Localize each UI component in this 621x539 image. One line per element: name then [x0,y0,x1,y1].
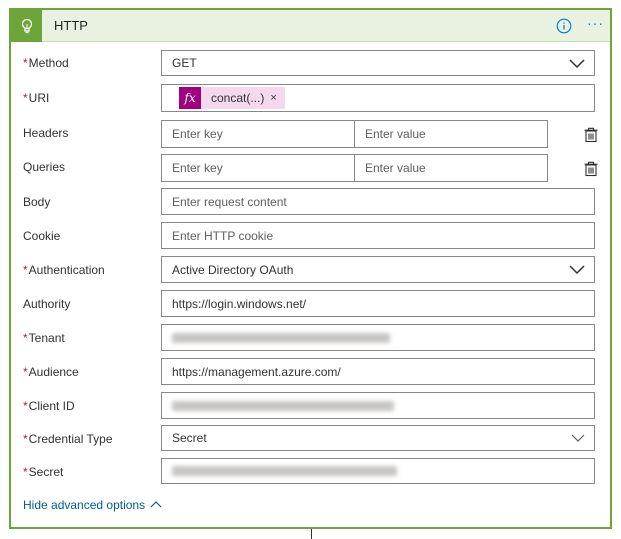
method-value: GET [172,56,197,70]
redacted-value [172,332,390,343]
credential-type-dropdown[interactable]: Secret [161,425,595,451]
required-marker: * [23,56,28,70]
function-icon: fx [179,87,201,109]
required-marker: * [23,331,28,345]
uri-label: *URI [23,91,49,105]
queries-input-group: Enter key Enter value [161,154,548,182]
method-label-text: Method [28,56,69,70]
client-id-input[interactable] [161,392,595,419]
info-icon[interactable] [556,18,572,34]
method-label: *Method [23,56,69,70]
redacted-value [172,466,397,476]
chevron-down-icon [571,434,585,442]
cookie-label: Cookie [23,229,61,243]
authority-input[interactable]: https://login.windows.net/ [161,290,595,317]
chevron-up-icon [150,501,162,508]
authentication-label-text: Authentication [28,263,105,277]
authority-label: Authority [23,297,71,311]
client-id-label-text: Client ID [28,399,75,413]
token-remove-button[interactable]: × [270,92,284,104]
headers-key-input[interactable]: Enter key [162,121,355,147]
tenant-label: *Tenant [23,331,65,345]
body-label: Body [23,195,51,209]
required-marker: * [23,365,28,379]
tenant-input[interactable] [161,324,595,351]
chevron-down-icon [569,59,585,69]
audience-label-text: Audience [28,365,79,379]
audience-value: https://management.azure.com/ [172,364,341,379]
tenant-label-text: Tenant [28,331,65,345]
headers-input-group: Enter key Enter value [161,120,548,148]
uri-label-text: URI [28,91,50,105]
trash-icon[interactable] [583,127,599,143]
queries-key-input[interactable]: Enter key [162,155,355,181]
trash-icon[interactable] [583,161,599,177]
bulb-icon [11,10,42,42]
required-marker: * [23,432,28,446]
queries-value-input[interactable]: Enter value [355,155,547,181]
secret-label: *Secret [23,465,63,479]
headers-value-input[interactable]: Enter value [355,121,547,147]
authentication-value: Active Directory OAuth [172,262,294,277]
flow-connector [311,529,312,539]
action-title: HTTP [54,18,88,33]
required-marker: * [23,91,28,105]
secret-input[interactable] [161,458,595,484]
required-marker: * [23,399,28,413]
credential-type-value: Secret [172,431,207,445]
token-label: concat(...) [211,91,265,105]
queries-label: Queries [23,160,66,174]
cookie-input[interactable]: Enter HTTP cookie [161,222,595,249]
credential-type-label-text: Credential Type [28,432,113,446]
authentication-dropdown[interactable]: Active Directory OAuth [161,256,595,283]
credential-type-label: *Credential Type [23,432,113,446]
action-header[interactable]: HTTP ··· [11,10,610,42]
hide-advanced-options-label: Hide advanced options [23,498,146,512]
headers-label: Headers [23,126,69,140]
uri-input[interactable]: fx concat(...) × [161,84,595,112]
secret-label-text: Secret [28,465,64,479]
expression-token[interactable]: fx concat(...) × [179,87,285,109]
ellipsis-icon[interactable]: ··· [587,15,604,31]
method-dropdown[interactable]: GET [161,50,595,76]
hide-advanced-options-link[interactable]: Hide advanced options [23,498,162,512]
client-id-label: *Client ID [23,399,75,413]
audience-input[interactable]: https://management.azure.com/ [161,358,595,385]
required-marker: * [23,263,28,277]
audience-label: *Audience [23,365,79,379]
redacted-value [172,400,394,411]
required-marker: * [23,465,28,479]
body-input[interactable]: Enter request content [161,188,595,215]
chevron-down-icon [569,265,585,275]
authentication-label: *Authentication [23,263,105,277]
